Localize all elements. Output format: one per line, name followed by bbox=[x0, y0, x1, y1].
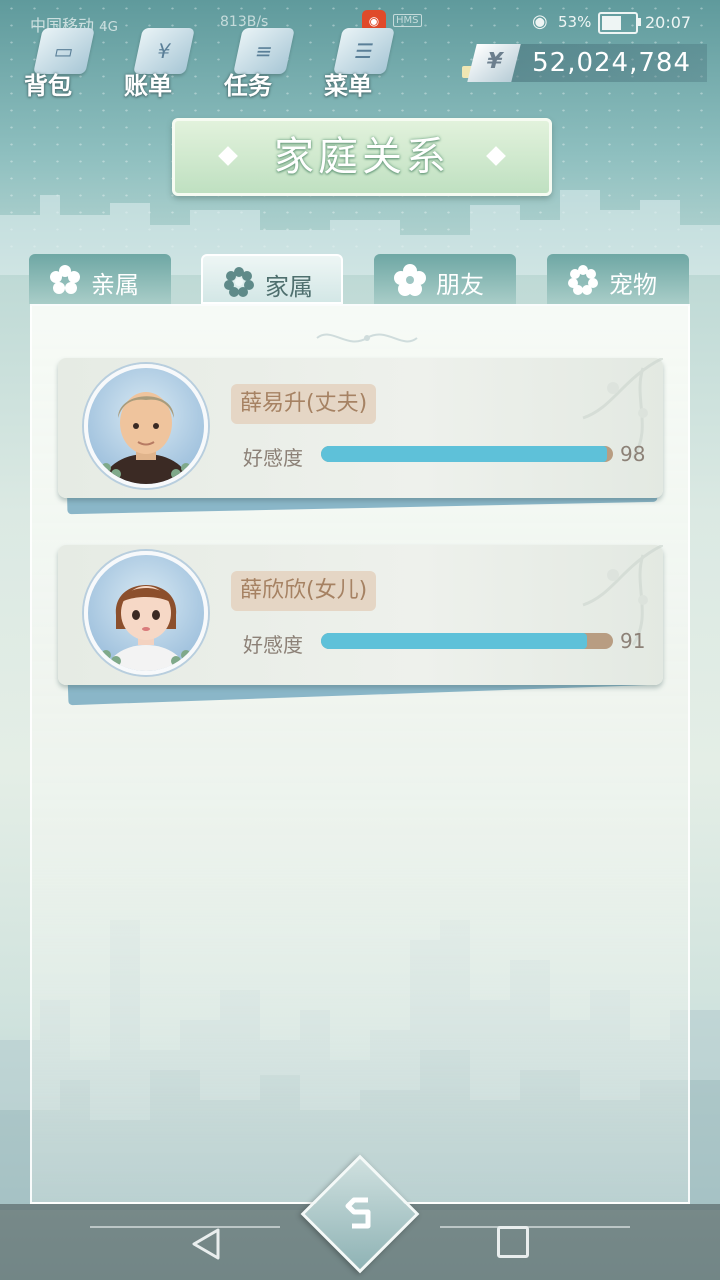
relation-card[interactable]: 薛欣欣(女儿) 好感度 91 bbox=[58, 545, 663, 706]
tab-relatives[interactable]: 亲属 bbox=[29, 254, 171, 304]
nav-bill-label: 账单 bbox=[124, 72, 172, 100]
card-face: 薛易升(丈夫) 好感度 98 bbox=[58, 358, 663, 498]
nav-bag-label: 背包 bbox=[24, 72, 72, 100]
nav-task-label: 任务 bbox=[224, 72, 272, 100]
affection-value: 91 bbox=[620, 629, 646, 653]
nav-ornament-line bbox=[90, 1226, 280, 1228]
nav-bag-button[interactable]: ▭ 背包 bbox=[20, 22, 95, 102]
ornament-divider bbox=[316, 333, 418, 343]
affection-label: 好感度 bbox=[243, 633, 303, 657]
battery-tip bbox=[638, 18, 641, 26]
husband-avatar bbox=[84, 364, 208, 488]
title-diamond-left bbox=[218, 146, 238, 166]
daughter-avatar bbox=[84, 551, 208, 675]
tab-relatives-label: 亲属 bbox=[91, 271, 139, 299]
flower-icon bbox=[568, 265, 598, 295]
title-diamond-right bbox=[486, 146, 506, 166]
tab-pets[interactable]: 宠物 bbox=[547, 254, 689, 304]
card-face: 薛欣欣(女儿) 好感度 91 bbox=[58, 545, 663, 685]
affection-value: 98 bbox=[620, 442, 646, 466]
flower-icon bbox=[50, 265, 80, 294]
tab-family[interactable]: 家属 bbox=[201, 254, 343, 304]
nav-task-button[interactable]: ≡ 任务 bbox=[220, 22, 295, 102]
nav-menu-button[interactable]: ☰ 菜单 bbox=[320, 22, 395, 102]
nav-ornament-line bbox=[440, 1226, 630, 1228]
affection-bar bbox=[321, 633, 613, 649]
page-title-banner: 家庭关系 bbox=[172, 118, 552, 196]
affection-label: 好感度 bbox=[243, 446, 303, 470]
relation-name: 薛欣欣(女儿) bbox=[231, 571, 377, 611]
eye-comfort-icon: ◉ bbox=[532, 11, 548, 32]
hms-notification-icon: HMS bbox=[393, 14, 422, 27]
tab-pets-label: 宠物 bbox=[609, 271, 657, 299]
tab-family-label: 家属 bbox=[265, 273, 313, 301]
currency-value: 52,024,784 bbox=[532, 48, 691, 78]
tab-friends[interactable]: 朋友 bbox=[374, 254, 516, 304]
currency-display: ¥ 52,024,784 bbox=[462, 44, 707, 82]
affection-bar bbox=[321, 446, 613, 462]
tab-friends-label: 朋友 bbox=[436, 271, 484, 299]
battery-icon bbox=[598, 12, 638, 34]
return-arrow-icon bbox=[345, 1197, 371, 1229]
relation-name: 薛易升(丈夫) bbox=[231, 384, 377, 424]
flower-icon bbox=[394, 264, 426, 296]
relation-card[interactable]: 薛易升(丈夫) 好感度 98 bbox=[58, 358, 663, 515]
flower-icon bbox=[224, 267, 254, 297]
nav-menu-label: 菜单 bbox=[324, 72, 372, 100]
affection-bar-fill bbox=[321, 633, 587, 649]
battery-percent: 53% bbox=[558, 13, 592, 31]
system-back-button[interactable] bbox=[186, 1224, 226, 1264]
system-recents-button[interactable] bbox=[497, 1226, 529, 1258]
clock: 20:07 bbox=[645, 13, 692, 32]
page-title: 家庭关系 bbox=[274, 134, 450, 180]
affection-bar-fill bbox=[321, 446, 608, 462]
nav-bill-button[interactable]: ¥ 账单 bbox=[120, 22, 195, 102]
